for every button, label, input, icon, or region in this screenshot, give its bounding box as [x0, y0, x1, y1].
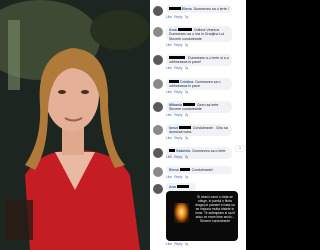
comment-actions: Like Reply 3y: [166, 175, 190, 180]
avatar[interactable]: [153, 167, 163, 177]
avatar[interactable]: [153, 6, 163, 16]
like-link[interactable]: Like: [166, 15, 172, 19]
commenter-name[interactable]: Elena: [169, 168, 179, 172]
comment-bubble: Elena Dumnezeu sa o ierte !: [166, 5, 232, 13]
like-link[interactable]: Like: [166, 136, 172, 140]
comment-actions: Like Reply 3y: [166, 155, 190, 160]
comment-actions: Like Reply 3y: [166, 66, 190, 71]
commenter-name[interactable]: Mihaela: [169, 103, 182, 107]
redacted-name-block: [176, 184, 189, 189]
like-link[interactable]: Like: [166, 242, 172, 246]
comment-time: 3y: [184, 90, 189, 94]
reaction-count: 1: [239, 146, 241, 150]
avatar[interactable]: [153, 55, 163, 65]
redacted-name-block: [177, 27, 192, 32]
commenter-name[interactable]: Ama: [169, 28, 177, 32]
comment-time: 3y: [184, 175, 189, 179]
avatar[interactable]: [153, 27, 163, 37]
comment-actions: Like Reply 3y: [166, 136, 190, 141]
reply-link[interactable]: Reply: [174, 136, 182, 140]
like-link[interactable]: Like: [166, 43, 172, 47]
comment-bubble: Ama Odihna Vesnica Dumnezeu sa o ina in …: [166, 26, 232, 43]
redacted-name-block: [178, 125, 191, 130]
like-link[interactable]: Like: [166, 155, 172, 159]
comment-time: 3y: [184, 136, 189, 140]
comment-actions: Like Reply 3y: [166, 113, 190, 118]
reply-link[interactable]: Reply: [174, 155, 182, 159]
redacted-name-block: [169, 55, 185, 60]
comment-bubble: Ana: [166, 183, 196, 191]
candle-icon: [174, 203, 189, 223]
redacted-name-block: [169, 6, 181, 11]
reaction-badge[interactable]: 1: [235, 146, 245, 151]
comment-actions: Like Reply 3y: [166, 15, 190, 20]
like-link[interactable]: Like: [166, 66, 172, 70]
comment-time: 3y: [184, 242, 189, 246]
reply-link[interactable]: Reply: [174, 66, 182, 70]
reply-link[interactable]: Reply: [174, 242, 182, 246]
like-link[interactable]: Like: [166, 90, 172, 94]
comment-text: Dumnezeu sa o ierte: [192, 148, 226, 153]
avatar[interactable]: [153, 125, 163, 135]
commenter-name[interactable]: Gabriela: [176, 149, 190, 153]
commenter-name[interactable]: Cristina: [180, 80, 193, 84]
comment-bubble: Dumnezeu s-o ierte si s-o odihneasca in …: [166, 54, 232, 67]
comment-time: 3y: [184, 15, 189, 19]
like-link[interactable]: Like: [166, 113, 172, 117]
commenter-name[interactable]: Elena: [182, 7, 192, 11]
comment-actions: Like Reply 3y: [166, 242, 190, 247]
image-caption: Si atunci cand o viata se stinge, in pan…: [195, 195, 235, 223]
commenter-name[interactable]: Ana: [169, 185, 176, 189]
comment-actions: Like Reply 3y: [166, 43, 190, 48]
comment-time: 3y: [184, 43, 189, 47]
reply-link[interactable]: Reply: [174, 43, 182, 47]
redacted-name-block: [179, 167, 190, 172]
commenter-name[interactable]: Ionut: [169, 126, 178, 130]
redacted-name-block: [169, 79, 179, 84]
avatar[interactable]: [153, 184, 163, 194]
avatar[interactable]: [153, 102, 163, 112]
comment-bubble: Mihaela Dzeu sa ierte Sincere condoleant…: [166, 101, 232, 114]
scrollbar[interactable]: [246, 0, 250, 250]
reply-link[interactable]: Reply: [174, 113, 182, 117]
avatar[interactable]: [153, 79, 163, 89]
screenshot-frame: Elena Dumnezeu sa o ierte ! Like Reply 3…: [0, 0, 250, 250]
comment-bubble: Elena Condoleante!: [166, 166, 232, 174]
comments-panel: Elena Dumnezeu sa o ierte ! Like Reply 3…: [150, 0, 246, 250]
redacted-name-block: [169, 148, 175, 153]
comment-bubble: Cristina Dumnezeu sa o odihneasca in pac…: [166, 78, 232, 91]
like-link[interactable]: Like: [166, 175, 172, 179]
comment-time: 3y: [184, 66, 189, 70]
comment-time: 3y: [184, 113, 189, 117]
comment-text: Dumnezeu sa o ierte !: [193, 6, 229, 11]
reply-link[interactable]: Reply: [174, 175, 182, 179]
redacted-name-block: [183, 102, 196, 107]
comment-actions: Like Reply 3y: [166, 90, 190, 95]
condolence-image[interactable]: Si atunci cand o viata se stinge, in pan…: [166, 191, 238, 241]
comment-text: Condoleante!: [191, 167, 213, 172]
comment-bubble: Ionut Condoleante . Griu sa dumicati cub…: [166, 124, 232, 137]
comment-time: 3y: [184, 155, 189, 159]
avatar[interactable]: [153, 148, 163, 158]
reply-link[interactable]: Reply: [174, 15, 182, 19]
profile-photo: [0, 0, 150, 250]
reply-link[interactable]: Reply: [174, 90, 182, 94]
